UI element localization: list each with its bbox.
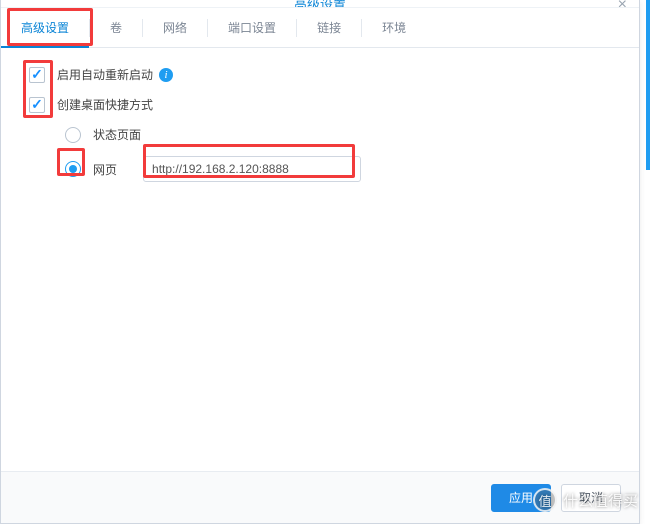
apply-button[interactable]: 应用 [491, 484, 551, 512]
desktop-shortcut-label: 创建桌面快捷方式 [57, 96, 153, 113]
tab-advanced[interactable]: 高级设置 [1, 8, 89, 48]
cancel-button[interactable]: 取消 [561, 484, 621, 512]
tab-network[interactable]: 网络 [143, 8, 207, 47]
settings-modal: 高级设置 × 高级设置 卷 网络 端口设置 链接 环境 ✓ 启用自动重新启动 i… [0, 0, 640, 524]
close-icon[interactable]: × [618, 0, 627, 8]
web-page-row: 网页 [65, 156, 615, 182]
tab-bar: 高级设置 卷 网络 端口设置 链接 环境 [1, 8, 639, 48]
desktop-shortcut-checkbox[interactable]: ✓ [29, 97, 45, 113]
auto-restart-checkbox[interactable]: ✓ [29, 67, 45, 83]
web-page-label: 网页 [93, 161, 117, 178]
tab-volume[interactable]: 卷 [90, 8, 142, 47]
scroll-indicator[interactable] [646, 0, 650, 170]
info-icon[interactable]: i [159, 68, 173, 82]
desktop-shortcut-row: ✓ 创建桌面快捷方式 [29, 96, 615, 113]
modal-title: 高级设置 [294, 0, 346, 8]
tab-port[interactable]: 端口设置 [208, 8, 296, 47]
tab-link[interactable]: 链接 [297, 8, 361, 47]
modal-footer: 应用 取消 [1, 471, 639, 523]
web-page-radio[interactable] [65, 161, 81, 177]
status-page-radio[interactable] [65, 127, 81, 143]
status-page-label: 状态页面 [93, 126, 141, 143]
tab-env[interactable]: 环境 [362, 8, 426, 47]
auto-restart-row: ✓ 启用自动重新启动 i [29, 66, 615, 83]
settings-body: ✓ 启用自动重新启动 i ✓ 创建桌面快捷方式 状态页面 网页 [1, 48, 639, 471]
auto-restart-label: 启用自动重新启动 [57, 66, 153, 83]
status-page-row: 状态页面 [65, 126, 615, 143]
url-input[interactable] [143, 156, 361, 182]
modal-title-bar: 高级设置 × [1, 0, 639, 8]
